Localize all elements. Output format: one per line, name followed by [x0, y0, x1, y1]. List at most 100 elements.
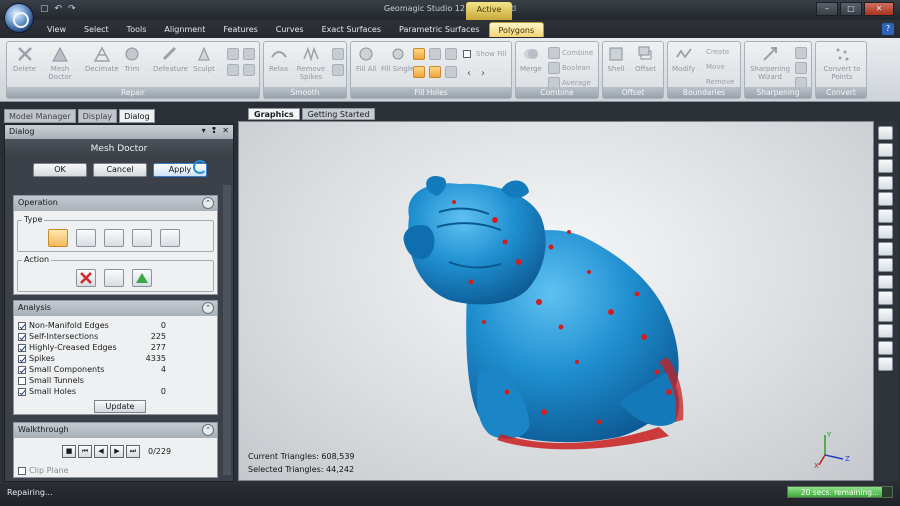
maximize-button[interactable]: □ — [840, 2, 862, 16]
repair-tool-icon[interactable] — [227, 48, 239, 60]
relax-type-icon[interactable] — [160, 229, 180, 247]
cancel-button[interactable]: Cancel — [93, 163, 147, 177]
first-button[interactable]: ⏮ — [78, 445, 92, 458]
bulldog-mesh-model[interactable] — [239, 122, 874, 481]
analysis-checkbox[interactable] — [18, 332, 26, 341]
tab-features[interactable]: Features — [214, 22, 266, 37]
analysis-row[interactable]: Self-Intersections 225 — [18, 331, 166, 342]
tab-alignment[interactable]: Alignment — [155, 22, 214, 37]
next-button[interactable]: ▶ — [110, 445, 124, 458]
light-icon[interactable] — [878, 340, 893, 355]
fill-all-button[interactable]: Fill All — [356, 45, 376, 73]
analysis-row[interactable]: Small Components 4 — [18, 364, 166, 375]
tab-curves[interactable]: Curves — [267, 22, 313, 37]
repair-tool-icon[interactable] — [227, 64, 239, 76]
collapse-icon[interactable]: ⌃ — [202, 302, 214, 314]
remove-spikes-button[interactable]: Remove Spikes — [296, 45, 326, 81]
fill-type-icon[interactable] — [132, 229, 152, 247]
analysis-checkbox[interactable] — [18, 343, 26, 352]
delete-selected-icon[interactable] — [76, 229, 96, 247]
convert-to-points-button[interactable]: Convert to Points — [820, 45, 864, 81]
tab-view[interactable]: View — [38, 22, 75, 37]
analysis-row[interactable]: Small Tunnels — [18, 375, 84, 386]
render-icon[interactable] — [878, 357, 893, 371]
collapse-icon[interactable]: ⌃ — [202, 197, 214, 209]
application-menu-button[interactable] — [4, 3, 34, 33]
graphics-viewport[interactable]: Current Triangles: 608,539 Selected Tria… — [238, 121, 874, 481]
sharpening-wizard-button[interactable]: Sharpening Wizard — [749, 45, 791, 81]
tab-select[interactable]: Select — [75, 22, 118, 37]
operation-header[interactable]: Operation ⌃ — [14, 196, 217, 211]
zoom-icon[interactable] — [878, 175, 893, 190]
analysis-header[interactable]: Analysis ⌃ — [14, 301, 217, 316]
pin-icon[interactable]: ❢ — [211, 126, 218, 135]
remove-boundary-button[interactable]: Remove — [706, 78, 734, 86]
fill-curvature-icon[interactable] — [429, 66, 441, 78]
analysis-checkbox[interactable] — [18, 387, 26, 396]
fill-tangent-icon[interactable] — [445, 66, 457, 78]
tab-display[interactable]: Display — [77, 109, 118, 123]
tab-getting-started[interactable]: Getting Started — [301, 108, 376, 120]
object-icon[interactable] — [878, 159, 893, 173]
trim-button[interactable]: Trim — [123, 45, 141, 73]
panel-scrollbar[interactable] — [223, 185, 231, 475]
chevron-right-icon[interactable]: › — [481, 68, 485, 79]
measure-icon[interactable] — [878, 307, 893, 322]
sharpening-tool-icon[interactable] — [795, 47, 807, 59]
dropdown-icon[interactable]: ▾ — [202, 126, 206, 135]
apply-action-icon[interactable] — [132, 269, 152, 287]
tab-parametric-surfaces[interactable]: Parametric Surfaces — [390, 22, 489, 37]
sculpt-button[interactable]: Sculpt — [193, 45, 215, 73]
chevron-left-icon[interactable]: ‹ — [467, 68, 471, 79]
mesh-doctor-button[interactable]: Mesh Doctor — [45, 45, 75, 81]
smooth-tool-icon[interactable] — [332, 64, 344, 76]
offset-button[interactable]: Offset — [635, 45, 656, 73]
select-action-icon[interactable] — [104, 269, 124, 287]
walkthrough-header[interactable]: Walkthrough ⌃ — [14, 423, 217, 438]
fill-single-button[interactable]: Fill Single — [381, 45, 414, 73]
auto-repair-icon[interactable] — [48, 229, 68, 247]
analysis-row[interactable]: Small Holes 0 — [18, 386, 166, 397]
show-fill-checkbox[interactable]: Show Fill — [463, 50, 506, 58]
close-button[interactable]: ✕ — [864, 2, 894, 16]
fill-nav-arrows[interactable]: ‹ › — [467, 68, 485, 79]
smooth-tool-icon[interactable] — [332, 48, 344, 60]
fill-complete-icon[interactable] — [413, 48, 425, 60]
defeature-type-icon[interactable] — [104, 229, 124, 247]
help-icon[interactable]: ? — [882, 23, 894, 35]
relax-button[interactable]: Relax — [269, 45, 288, 73]
show-fill-check[interactable] — [463, 50, 471, 58]
update-button[interactable]: Update — [94, 400, 146, 413]
brush-icon[interactable] — [878, 258, 893, 272]
rectangle-select-icon[interactable] — [878, 142, 893, 157]
collapse-icon[interactable]: ⌃ — [202, 424, 214, 436]
combine-button[interactable]: Combine — [548, 47, 593, 59]
clear-action-icon[interactable] — [76, 269, 96, 287]
orient-icon[interactable] — [878, 324, 893, 338]
defeature-button[interactable]: Defeature — [153, 45, 188, 73]
previous-button[interactable]: ◀ — [94, 445, 108, 458]
analysis-row[interactable]: Spikes 4335 — [18, 353, 166, 364]
analysis-checkbox[interactable] — [18, 365, 26, 374]
tab-graphics[interactable]: Graphics — [248, 108, 300, 120]
lasso-icon[interactable] — [878, 274, 893, 289]
repair-tool-icon[interactable] — [243, 64, 255, 76]
sharpening-tool-icon[interactable] — [795, 62, 807, 74]
delete-button[interactable]: Delete — [13, 45, 36, 73]
tab-tools[interactable]: Tools — [118, 22, 156, 37]
fill-partial-icon[interactable] — [429, 48, 441, 60]
view-iso-icon[interactable] — [878, 225, 893, 239]
pan-icon[interactable] — [878, 291, 893, 305]
clip-plane-checkbox[interactable]: Clip Plane — [18, 465, 69, 476]
create-boundary-button[interactable]: Create — [706, 48, 729, 56]
analysis-checkbox[interactable] — [18, 376, 26, 385]
analysis-row[interactable]: Non-Manifold Edges 0 — [18, 320, 166, 331]
fill-bridge-icon[interactable] — [445, 48, 457, 60]
shell-button[interactable]: Shell — [607, 45, 625, 73]
close-icon[interactable]: ✕ — [222, 126, 229, 135]
stop-button[interactable]: ■ — [62, 445, 76, 458]
tab-exact-surfaces[interactable]: Exact Surfaces — [313, 22, 390, 37]
boolean-button[interactable]: Boolean — [548, 62, 590, 74]
repair-tool-icon[interactable] — [243, 48, 255, 60]
select-icon[interactable] — [878, 126, 893, 140]
